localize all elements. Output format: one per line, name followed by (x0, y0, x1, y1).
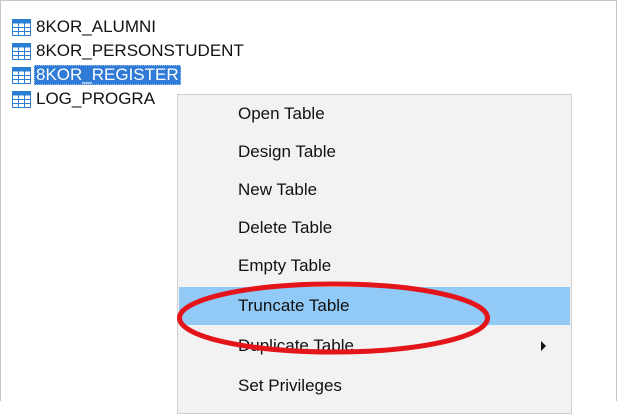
menu-item-delete-table[interactable]: Delete Table (179, 209, 570, 247)
table-row[interactable]: 8KOR_ALUMNI (12, 16, 158, 38)
menu-item-truncate-table[interactable]: Truncate Table (179, 287, 570, 325)
table-name: 8KOR_PERSONSTUDENT (36, 41, 244, 60)
table-row[interactable]: LOG_PROGRA (12, 88, 157, 110)
menu-item-label: Set Privileges (238, 376, 342, 395)
menu-item-label: New Table (238, 180, 318, 199)
table-name: LOG_PROGRA (36, 89, 156, 108)
menu-item-label: Design Table (238, 142, 336, 161)
menu-item-empty-table[interactable]: Empty Table (179, 247, 570, 285)
table-grid-icon (12, 42, 31, 60)
table-grid-icon (12, 66, 31, 84)
table-name: 8KOR_REGISTER (34, 65, 181, 85)
menu-item-label: Truncate Table (238, 296, 350, 315)
menu-item-label: Delete Table (238, 218, 333, 237)
table-grid-icon (12, 90, 31, 108)
menu-item-duplicate-table[interactable]: Duplicate Table (179, 327, 570, 365)
menu-item-label: Open Table (238, 104, 325, 123)
menu-item-new-table[interactable]: New Table (179, 171, 570, 209)
menu-item-design-table[interactable]: Design Table (179, 133, 570, 171)
menu-item-label: Empty Table (238, 256, 332, 275)
table-row-selected[interactable]: 8KOR_REGISTER (12, 64, 181, 86)
menu-item-set-privileges[interactable]: Set Privileges (179, 367, 570, 405)
menu-item-open-table[interactable]: Open Table (179, 95, 570, 133)
table-name: 8KOR_ALUMNI (36, 17, 156, 36)
table-grid-icon (12, 18, 31, 36)
menu-item-label: Duplicate Table (238, 336, 354, 355)
chevron-right-icon (541, 341, 546, 351)
table-row[interactable]: 8KOR_PERSONSTUDENT (12, 40, 246, 62)
context-menu: Open Table Design Table New Table Delete… (177, 94, 572, 414)
